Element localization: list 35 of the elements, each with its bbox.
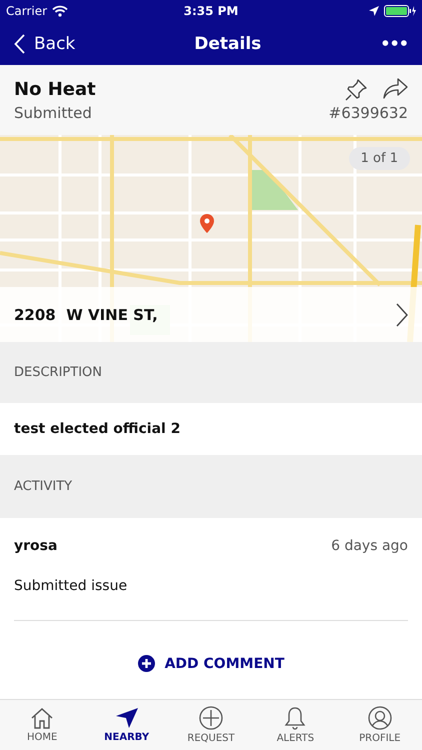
- battery-icon: [384, 5, 416, 17]
- house-icon: [30, 707, 54, 729]
- plus-circle-icon: [138, 655, 155, 672]
- location-arrow-icon: [368, 6, 379, 16]
- tab-bar-item[interactable]: NEARBY: [84, 700, 169, 750]
- pin-icon[interactable]: [344, 78, 368, 102]
- comment-author: yrosa: [14, 538, 58, 554]
- chevron-right-icon: [396, 302, 408, 326]
- comment-time: 6 days ago: [331, 538, 408, 554]
- address-row[interactable]: 2208 W VINE ST,: [0, 287, 422, 342]
- plus-circle-icon: [199, 706, 224, 730]
- screen-title: Details: [194, 34, 262, 54]
- tab-bar-item[interactable]: ALERTS: [253, 700, 338, 750]
- clock: 3:35 PM: [184, 4, 238, 18]
- issue-title: No Heat: [14, 78, 96, 100]
- wifi-icon: [52, 5, 68, 17]
- result-counter: 1 of 1: [348, 147, 410, 170]
- more-button[interactable]: •••: [380, 34, 408, 53]
- section-heading: DESCRIPTION: [14, 365, 102, 380]
- address-text: 2208 W VINE ST,: [14, 306, 158, 324]
- description-text: test elected official 2: [14, 421, 180, 437]
- tab-bar-item[interactable]: REQUEST: [168, 700, 254, 750]
- carrier-label: Carrier: [6, 4, 48, 18]
- tab-bar-item[interactable]: PROFILE: [338, 700, 422, 750]
- user-circle-icon: [368, 706, 392, 730]
- issue-number: #6399632: [328, 104, 408, 122]
- chevron-left-icon: [14, 34, 26, 54]
- tab-bar-item[interactable]: HOME: [0, 700, 84, 750]
- section-heading: ACTIVITY: [14, 479, 72, 494]
- bell-icon: [284, 706, 306, 730]
- comment-text: Submitted issue: [14, 578, 128, 594]
- issue-status: Submitted: [14, 104, 93, 122]
- back-button[interactable]: Back: [14, 34, 76, 54]
- share-arrow-icon[interactable]: [382, 78, 408, 100]
- navigation-arrow-icon: [114, 707, 139, 729]
